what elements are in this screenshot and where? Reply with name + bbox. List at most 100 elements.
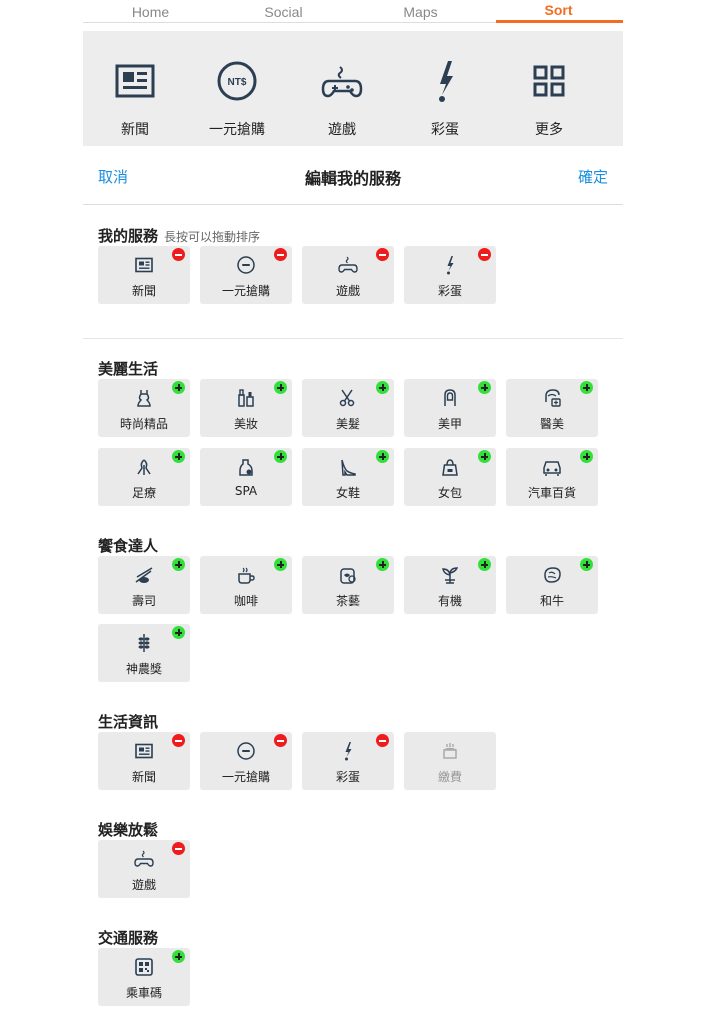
tile-flash-sale[interactable]: 一元搶購 bbox=[200, 732, 292, 790]
bill-icon bbox=[440, 741, 460, 761]
tile-organic[interactable]: 有機 bbox=[404, 556, 496, 614]
add-icon[interactable] bbox=[376, 450, 389, 463]
add-icon[interactable] bbox=[172, 558, 185, 571]
tile-label: 美髮 bbox=[335, 417, 360, 431]
tile-news[interactable]: 新聞 bbox=[98, 732, 190, 790]
gamepad-icon bbox=[134, 849, 154, 869]
tile-label: 有機 bbox=[437, 594, 462, 608]
preview-item-more[interactable]: 更多 bbox=[497, 59, 601, 139]
newspaper-icon bbox=[134, 255, 154, 275]
preview-item-games[interactable]: 遊戲 bbox=[290, 59, 394, 139]
newspaper-icon bbox=[115, 64, 155, 98]
add-icon[interactable] bbox=[172, 450, 185, 463]
add-icon[interactable] bbox=[172, 950, 185, 963]
tab-sort[interactable]: Sort bbox=[491, 2, 626, 18]
remove-icon[interactable] bbox=[376, 248, 389, 261]
tile-car-goods[interactable]: 汽車百貨 bbox=[506, 448, 598, 506]
confirm-button[interactable]: 確定 bbox=[578, 166, 608, 187]
preview-label: 更多 bbox=[535, 122, 563, 138]
section-title-transport: 交通服務 bbox=[98, 929, 159, 947]
tile-easter-egg[interactable]: 彩蛋 bbox=[302, 732, 394, 790]
wheat-icon bbox=[134, 633, 154, 653]
remove-icon[interactable] bbox=[274, 248, 287, 261]
qr-code-icon bbox=[134, 957, 154, 977]
add-icon[interactable] bbox=[274, 558, 287, 571]
remove-icon[interactable] bbox=[478, 248, 491, 261]
tile-cosmetics[interactable]: 美妝 bbox=[200, 379, 292, 437]
cancel-button[interactable]: 取消 bbox=[98, 166, 128, 187]
service-preview-bar: 新聞 NT$ 一元搶購 遊戲 彩蛋 更多 bbox=[83, 31, 623, 146]
tile-label: 女鞋 bbox=[335, 486, 360, 500]
tile-shoes[interactable]: 女鞋 bbox=[302, 448, 394, 506]
preview-item-news[interactable]: 新聞 bbox=[83, 59, 187, 139]
tile-medical-beauty[interactable]: 醫美 bbox=[506, 379, 598, 437]
section-title-beauty: 美麗生活 bbox=[98, 360, 159, 378]
svg-text:NT$: NT$ bbox=[228, 77, 247, 88]
active-tab-indicator bbox=[496, 20, 623, 23]
add-icon[interactable] bbox=[478, 381, 491, 394]
add-icon[interactable] bbox=[580, 450, 593, 463]
tile-farm-award[interactable]: 神農獎 bbox=[98, 624, 190, 682]
preview-label: 遊戲 bbox=[328, 122, 356, 138]
add-icon[interactable] bbox=[172, 381, 185, 394]
tile-nail[interactable]: 美甲 bbox=[404, 379, 496, 437]
tile-label: 新聞 bbox=[131, 284, 156, 298]
tile-label: 美甲 bbox=[437, 417, 462, 431]
tile-easter-egg[interactable]: 彩蛋 bbox=[404, 246, 496, 304]
tile-label: SPA bbox=[234, 484, 258, 498]
preview-item-flash-sale[interactable]: NT$ 一元搶購 bbox=[185, 59, 289, 139]
tab-social[interactable]: Social bbox=[216, 4, 351, 20]
face-medical-icon bbox=[542, 388, 562, 408]
tile-label: 壽司 bbox=[131, 594, 156, 608]
add-icon[interactable] bbox=[580, 558, 593, 571]
add-icon[interactable] bbox=[274, 381, 287, 394]
preview-item-easter-egg[interactable]: 彩蛋 bbox=[393, 59, 497, 139]
add-icon[interactable] bbox=[478, 558, 491, 571]
dress-icon bbox=[134, 388, 154, 408]
coin-icon bbox=[236, 255, 256, 275]
tile-flash-sale[interactable]: 一元搶購 bbox=[200, 246, 292, 304]
add-icon[interactable] bbox=[376, 381, 389, 394]
add-icon[interactable] bbox=[580, 381, 593, 394]
tab-home[interactable]: Home bbox=[83, 4, 218, 20]
remove-icon[interactable] bbox=[274, 734, 287, 747]
add-icon[interactable] bbox=[274, 450, 287, 463]
tile-foot-massage[interactable]: 足療 bbox=[98, 448, 190, 506]
preview-label: 彩蛋 bbox=[431, 122, 459, 138]
tile-label: 和牛 bbox=[539, 594, 564, 608]
lightning-icon bbox=[440, 255, 460, 275]
tile-games[interactable]: 遊戲 bbox=[98, 840, 190, 898]
gamepad-icon bbox=[321, 66, 363, 98]
top-tab-bar: Home Social Maps Sort bbox=[83, 0, 623, 24]
remove-icon[interactable] bbox=[172, 248, 185, 261]
tile-bags[interactable]: 女包 bbox=[404, 448, 496, 506]
cosmetics-icon bbox=[236, 388, 256, 408]
tile-label: 時尚精品 bbox=[119, 417, 168, 431]
add-icon[interactable] bbox=[478, 450, 491, 463]
tile-fashion[interactable]: 時尚精品 bbox=[98, 379, 190, 437]
tile-tea[interactable]: 茶藝 bbox=[302, 556, 394, 614]
tile-label: 醫美 bbox=[539, 417, 564, 431]
tile-news[interactable]: 新聞 bbox=[98, 246, 190, 304]
tile-label: 咖啡 bbox=[233, 594, 258, 608]
add-icon[interactable] bbox=[172, 626, 185, 639]
remove-icon[interactable] bbox=[172, 734, 185, 747]
add-icon[interactable] bbox=[376, 558, 389, 571]
remove-icon[interactable] bbox=[376, 734, 389, 747]
scissors-icon bbox=[338, 388, 358, 408]
plant-icon bbox=[440, 565, 460, 585]
tile-wagyu[interactable]: 和牛 bbox=[506, 556, 598, 614]
tile-label: 遊戲 bbox=[335, 284, 360, 298]
tile-ride-code[interactable]: 乘車碼 bbox=[98, 948, 190, 1006]
tile-hair[interactable]: 美髮 bbox=[302, 379, 394, 437]
tile-label: 彩蛋 bbox=[437, 284, 462, 298]
tile-spa[interactable]: SPA bbox=[200, 448, 292, 506]
lightning-icon bbox=[338, 741, 358, 761]
tile-games[interactable]: 遊戲 bbox=[302, 246, 394, 304]
remove-icon[interactable] bbox=[172, 842, 185, 855]
tile-coffee[interactable]: 咖啡 bbox=[200, 556, 292, 614]
gamepad-icon bbox=[338, 255, 358, 275]
tab-maps[interactable]: Maps bbox=[353, 4, 488, 20]
tile-sushi[interactable]: 壽司 bbox=[98, 556, 190, 614]
tea-icon bbox=[338, 565, 358, 585]
